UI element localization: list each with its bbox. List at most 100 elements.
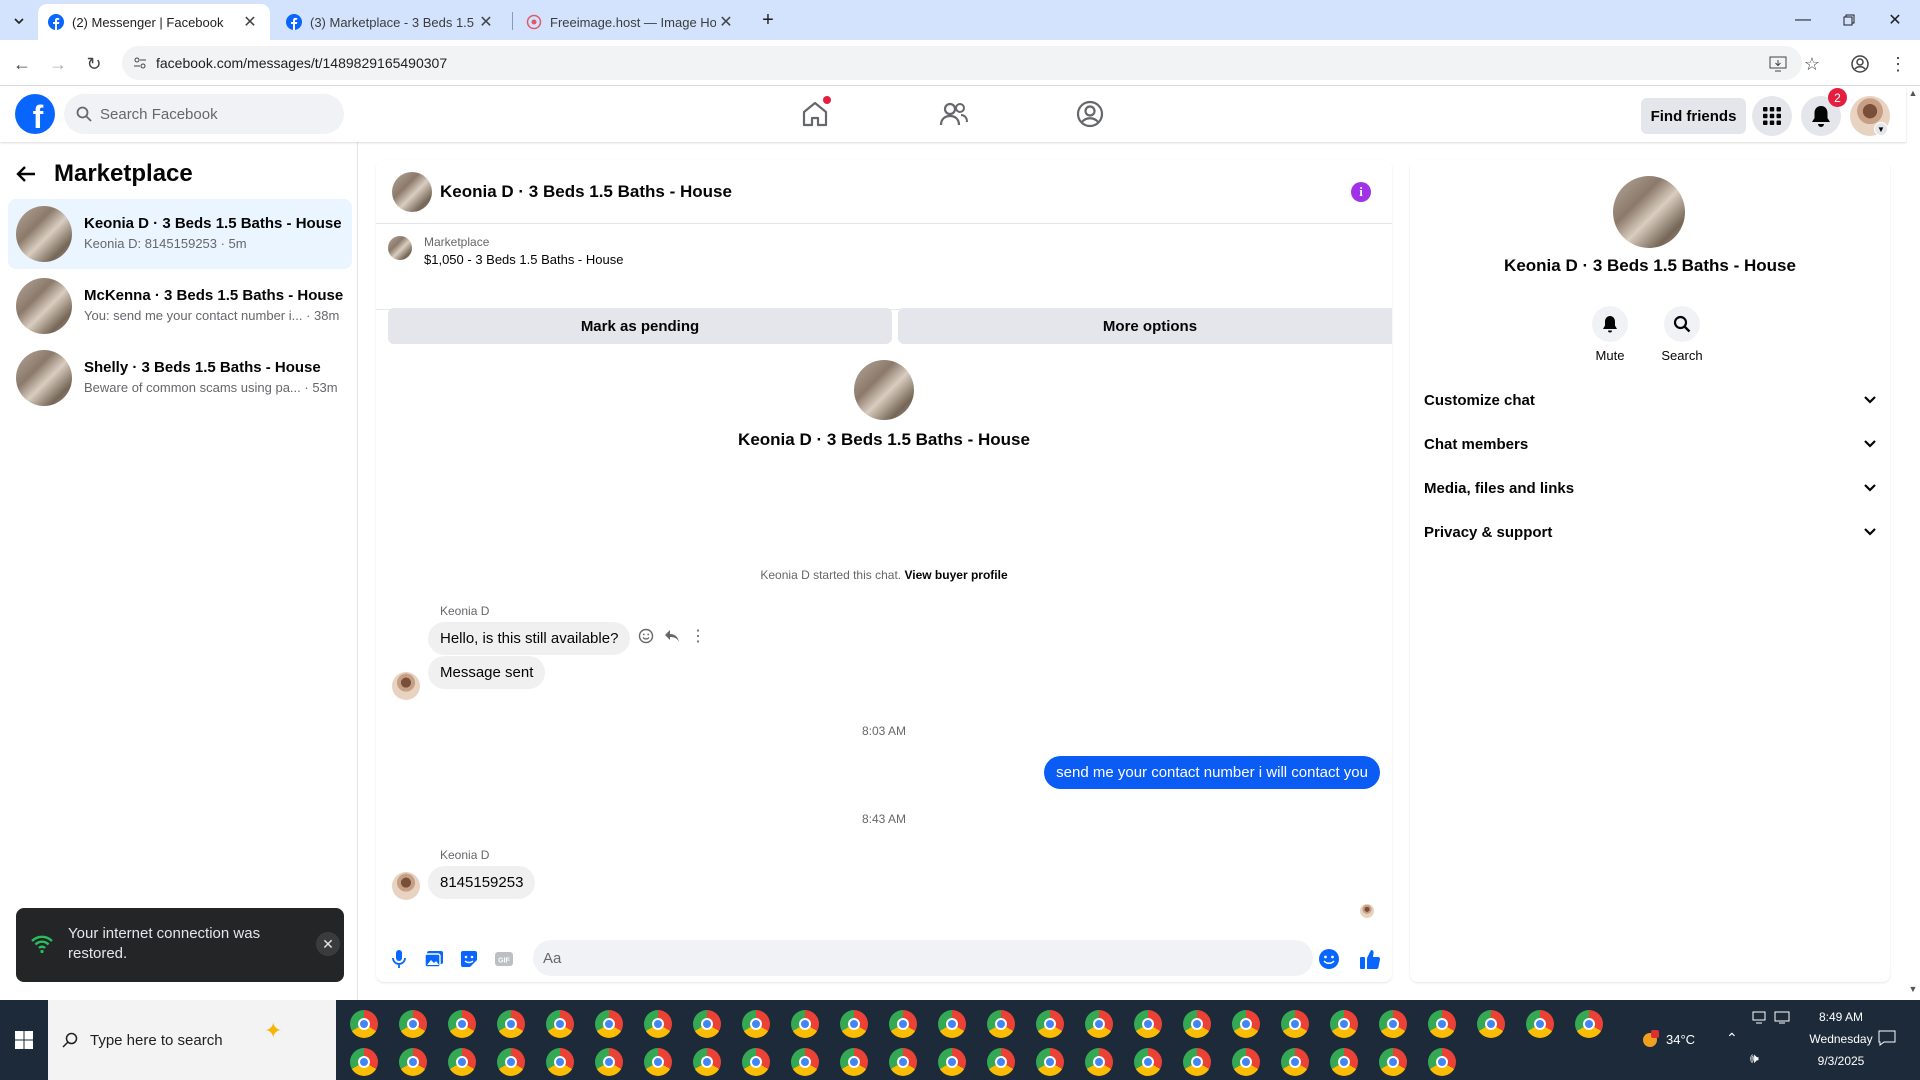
chrome-taskbar-icon[interactable] [1281,1048,1309,1076]
chrome-taskbar-icon[interactable] [1134,1048,1162,1076]
chrome-taskbar-icon[interactable] [1085,1010,1113,1038]
tab-list-chevron-icon[interactable] [8,10,30,32]
restore-window-icon[interactable] [1826,0,1872,40]
chrome-taskbar-icon[interactable] [1281,1010,1309,1038]
home-nav-icon[interactable] [795,96,835,132]
incoming-message[interactable]: 8145159253 [428,866,536,899]
chrome-taskbar-icon[interactable] [546,1048,574,1076]
incoming-message[interactable]: Message sent [428,656,546,689]
chrome-taskbar-icon[interactable] [693,1010,721,1038]
chrome-taskbar-icon[interactable] [399,1048,427,1076]
conversation-item[interactable]: Keonia D · 3 Beds 1.5 Baths - House Keon… [8,199,352,269]
chrome-taskbar-icon[interactable] [595,1048,623,1076]
chrome-taskbar-icon[interactable] [791,1048,819,1076]
listing-detail[interactable]: $1,050 - 3 Beds 1.5 Baths - House [424,252,623,267]
forward-arrow-icon[interactable]: → [44,50,72,78]
mark-as-pending-button[interactable]: Mark as pending [388,308,892,344]
site-info-icon[interactable] [132,55,148,71]
chrome-taskbar-icon[interactable] [987,1010,1015,1038]
back-arrow-icon[interactable]: ← [8,50,36,78]
conversation-item[interactable]: Shelly · 3 Beds 1.5 Baths - House Beware… [8,343,352,413]
chrome-taskbar-icon[interactable] [350,1010,378,1038]
chrome-taskbar-icon[interactable] [791,1010,819,1038]
chrome-taskbar-icon[interactable] [1036,1048,1064,1076]
volume-icon[interactable]: 🕪 [1750,1050,1759,1067]
profile-nav-icon[interactable] [1070,96,1110,132]
message-input[interactable]: Aa [533,940,1313,976]
info-icon[interactable]: i [1351,182,1371,202]
search-in-chat-button[interactable]: Search [1652,306,1712,363]
minimize-window-icon[interactable]: — [1780,0,1826,40]
back-arrow-icon[interactable] [16,165,36,183]
facebook-search-input[interactable]: Search Facebook [64,94,344,134]
chrome-taskbar-icon[interactable] [938,1048,966,1076]
menu-grid-icon[interactable] [1752,96,1792,136]
browser-menu-icon[interactable]: ⋮ [1888,54,1908,74]
chrome-taskbar-icon[interactable] [399,1010,427,1038]
close-tab-icon[interactable]: ✕ [476,12,496,32]
windows-start-icon[interactable] [0,1000,48,1080]
scrollbar-down-arrow[interactable]: ▼ [1906,984,1920,998]
chrome-taskbar-icon[interactable] [448,1048,476,1076]
find-friends-button[interactable]: Find friends [1641,98,1746,134]
notification-center-icon[interactable] [1878,1030,1896,1046]
chrome-taskbar-icon[interactable] [448,1010,476,1038]
clock-time[interactable]: 8:49 AM [1806,1010,1876,1024]
chrome-taskbar-icon[interactable] [693,1048,721,1076]
bookmark-star-icon[interactable]: ☆ [1802,54,1822,74]
listing-thumbnail[interactable] [388,236,412,260]
address-bar[interactable]: facebook.com/messages/t/1489829165490307 [122,46,1802,80]
toast-close-icon[interactable]: ✕ [316,932,340,956]
weather-widget[interactable]: 34°C [1640,1030,1695,1048]
conversation-item[interactable]: McKenna · 3 Beds 1.5 Baths - House You: … [8,271,352,341]
chrome-taskbar-icon[interactable] [1330,1010,1358,1038]
install-app-icon[interactable] [1768,54,1788,74]
close-tab-icon[interactable]: ✕ [240,12,260,32]
chat-avatar[interactable] [392,172,432,212]
chrome-taskbar-icon[interactable] [1477,1010,1505,1038]
media-files-links-section[interactable]: Media, files and links [1424,470,1876,506]
chrome-taskbar-icon[interactable] [1036,1010,1064,1038]
scrollbar-up-arrow[interactable]: ▲ [1906,88,1920,102]
chrome-taskbar-icon[interactable] [644,1010,672,1038]
friends-nav-icon[interactable] [933,96,973,132]
sticker-icon[interactable] [458,948,480,970]
chrome-taskbar-icon[interactable] [1232,1010,1260,1038]
chrome-taskbar-icon[interactable] [497,1048,525,1076]
incoming-message[interactable]: Hello, is this still available? [428,622,631,655]
chrome-taskbar-icon[interactable] [1183,1010,1211,1038]
chrome-taskbar-icon[interactable] [889,1010,917,1038]
chrome-taskbar-icon[interactable] [350,1048,378,1076]
emoji-icon[interactable] [1318,948,1340,970]
chrome-taskbar-icon[interactable] [742,1048,770,1076]
tab-marketplace[interactable]: (3) Marketplace - 3 Beds 1.5 Ba ✕ [276,4,506,40]
close-tab-icon[interactable]: ✕ [716,12,736,32]
tab-freeimage[interactable]: Freeimage.host — Image Hosti ✕ [516,4,746,40]
view-buyer-profile-link[interactable]: View buyer profile [904,568,1007,582]
chrome-taskbar-icon[interactable] [889,1048,917,1076]
tab-messenger[interactable]: (2) Messenger | Facebook ✕ [38,4,270,40]
chrome-taskbar-icon[interactable] [1526,1010,1554,1038]
chrome-taskbar-icon[interactable] [938,1010,966,1038]
chat-title[interactable]: Keonia D · 3 Beds 1.5 Baths - House [440,182,732,202]
chrome-taskbar-icon[interactable] [1232,1048,1260,1076]
chrome-taskbar-icon[interactable] [742,1010,770,1038]
chrome-taskbar-icon[interactable] [1134,1010,1162,1038]
react-emoji-icon[interactable] [638,628,654,644]
chrome-taskbar-icon[interactable] [1379,1048,1407,1076]
chat-members-section[interactable]: Chat members [1424,426,1876,462]
chrome-taskbar-icon[interactable] [1428,1048,1456,1076]
microphone-icon[interactable] [388,948,410,970]
new-tab-plus-icon[interactable]: + [756,8,780,32]
reload-icon[interactable]: ↻ [80,50,108,78]
outgoing-message[interactable]: send me your contact number i will conta… [1044,756,1380,789]
display-icon[interactable] [1774,1010,1790,1024]
photo-attach-icon[interactable] [423,948,445,970]
network-icon[interactable] [1752,1010,1766,1024]
like-thumb-icon[interactable] [1359,948,1381,970]
chrome-taskbar-icon[interactable] [644,1048,672,1076]
profile-icon[interactable] [1850,54,1870,74]
privacy-support-section[interactable]: Privacy & support [1424,514,1876,550]
chrome-taskbar-icon[interactable] [546,1010,574,1038]
facebook-logo-icon[interactable]: f [15,94,55,134]
